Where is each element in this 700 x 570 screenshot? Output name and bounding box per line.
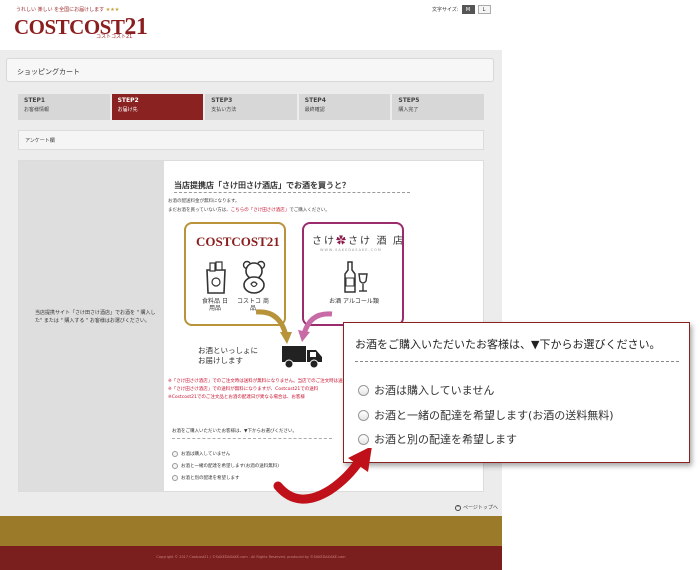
- delivery-message: お酒といっしょに お届けします: [198, 346, 258, 365]
- option-not-purchased[interactable]: お酒は購入していません: [172, 451, 230, 457]
- logo-subtext: コストコスト21: [96, 34, 133, 40]
- option-deliver-separately[interactable]: お酒と別の配達を希望します: [172, 475, 240, 481]
- radio-button[interactable]: [172, 475, 178, 481]
- step-name: お届け先: [117, 107, 138, 113]
- page-top-label: ページトップへ: [463, 505, 498, 511]
- questionnaire-title: アンケート欄: [25, 138, 55, 144]
- radio-button[interactable]: [358, 433, 369, 445]
- callout-option-not-purchased[interactable]: お酒は購入していません: [358, 382, 494, 398]
- callout-option-deliver-separately[interactable]: お酒と別の配達を希望します: [358, 431, 517, 447]
- checkout-page-screenshot: うれしい 楽しい を全国にお届けします ★★★ COSTCOST21 コストコス…: [0, 0, 502, 570]
- site-footer: Copyright © 2017 Costcost21 / ©SAKEDASAK…: [0, 546, 502, 570]
- step-2-active: STEP2 お届け先: [111, 94, 206, 120]
- font-size-label: 文字サイズ:: [432, 7, 459, 13]
- partner-note: お酒の配送料金が無料になります。: [168, 199, 240, 204]
- step-name: お客様情報: [24, 107, 50, 113]
- option-label: お酒と別の配達を希望します: [374, 433, 517, 446]
- sake-shop-logo: さけ✿さけ 酒 店: [312, 236, 405, 247]
- grocery-bag-icon: [206, 261, 226, 294]
- site-header: うれしい 楽しい を全国にお届けします ★★★ COSTCOST21 コストコス…: [0, 0, 502, 50]
- page-top-link[interactable]: ⌃ ページトップへ: [455, 504, 498, 511]
- option-label: お酒と一緒の配達を希望します(お酒の送料無料): [374, 409, 614, 422]
- step-number: STEP2: [117, 97, 139, 104]
- copyright-text: Copyright © 2017 Costcost21 / ©SAKEDASAK…: [156, 555, 346, 559]
- partner-info-heading: 当店提携店「さけ田さけ酒店」でお酒を買うと？: [174, 181, 350, 190]
- step-number: STEP4: [304, 97, 326, 104]
- radio-button[interactable]: [358, 384, 369, 396]
- sake-bottle-icon: [344, 261, 368, 293]
- alcohol-label: お酒 アルコール類: [329, 298, 379, 305]
- option-label: お酒と別の配達を希望します: [181, 476, 240, 481]
- logo-tagline: うれしい 楽しい を全国にお届けします ★★★: [16, 7, 120, 13]
- step-number: STEP3: [211, 97, 233, 104]
- partner-link-note: まだお酒を買っていない方は、こちらの「さけ田さけ酒店」でご購入ください。: [168, 208, 330, 213]
- costcost-logo: COSTCOST21: [196, 234, 280, 249]
- step-name: 支払い方法: [211, 107, 237, 113]
- question-label: 当店提携サイト「さけ田さけ酒店」でお酒を " 購入した" または " 購入する …: [35, 310, 156, 324]
- step-name: 最終確認: [304, 107, 325, 113]
- radio-button[interactable]: [172, 463, 178, 469]
- option-label: お酒と一緒の配達を希望します(お酒の送料無料): [181, 464, 280, 469]
- curved-arrow-icon: [273, 448, 372, 504]
- questionnaire-header: アンケート欄: [18, 130, 484, 150]
- option-label: お酒は購入していません: [374, 384, 495, 397]
- step-1: STEP1 お客様情報: [18, 94, 112, 120]
- teddy-bear-icon: [242, 260, 266, 294]
- checkout-steps: STEP1 お客様情報 STEP2 お届け先 STEP3 支払い方法 STEP4 最終確…: [18, 94, 484, 120]
- radio-button[interactable]: [358, 409, 369, 421]
- divider: [355, 361, 679, 362]
- sake-shop-url: WWW.SAKEDASAKE.COM: [320, 248, 382, 252]
- page-title: ショッピングカート: [17, 68, 80, 76]
- callout-option-deliver-together[interactable]: お酒と一緒の配達を希望します(お酒の送料無料): [358, 407, 614, 423]
- step-3: STEP3 支払い方法: [205, 94, 299, 120]
- divider: [172, 438, 332, 439]
- step-5: STEP5 購入完了: [392, 94, 484, 120]
- option-label: お酒は購入していません: [181, 452, 231, 457]
- step-4: STEP4 最終確認: [298, 94, 393, 120]
- callout-question: お酒をご購入いただいたお客様は、▼下からお選びください。: [355, 338, 661, 351]
- question-label-cell: 当店提携サイト「さけ田さけ酒店」でお酒を " 購入した" または " 購入する …: [19, 161, 164, 491]
- grocery-label: 食料品 日用品: [202, 298, 228, 312]
- step-name: 購入完了: [398, 107, 419, 113]
- zoomed-question-callout: お酒をご購入いただいたお客様は、▼下からお選びください。 お酒は購入していません…: [343, 322, 690, 463]
- sake-shop-link[interactable]: こちらの「さけ田さけ酒店」: [231, 208, 290, 213]
- step-number: STEP5: [398, 97, 420, 104]
- footer-band: [0, 516, 502, 546]
- font-size-l-button[interactable]: L: [477, 5, 491, 14]
- cart-title-bar: ショッピングカート: [6, 58, 494, 82]
- chevron-up-icon: ⌃: [455, 504, 461, 511]
- font-size-switcher: 文字サイズ: M L: [432, 5, 491, 14]
- font-size-m-button[interactable]: M: [461, 5, 475, 14]
- step-number: STEP1: [24, 97, 46, 104]
- divider: [174, 192, 410, 193]
- delivery-question: お酒をご購入いただいたお客様は、▼下からお選びください。: [172, 429, 297, 434]
- radio-button[interactable]: [172, 451, 178, 457]
- option-deliver-together[interactable]: お酒と一緒の配達を希望します(お酒の送料無料): [172, 463, 279, 469]
- delivery-truck-icon: [282, 346, 322, 369]
